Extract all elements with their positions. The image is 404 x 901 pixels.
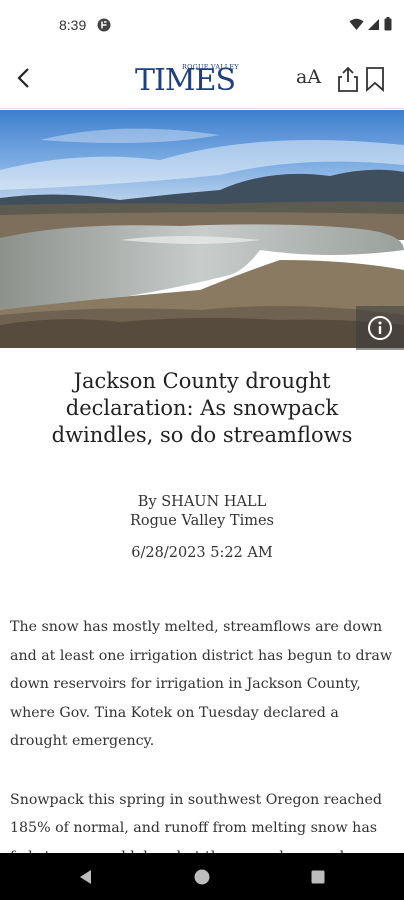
status-indicators: [349, 17, 392, 31]
app-header: ROGUE VALLEY TIMES aA: [0, 50, 404, 109]
nav-recents-button[interactable]: [307, 866, 329, 888]
article-headline: Jackson County drought declaration: As s…: [51, 369, 353, 447]
back-arrow-icon: [17, 68, 29, 88]
bookmark-icon[interactable]: [364, 66, 386, 92]
app-notification-icon: [97, 18, 111, 32]
article-paragraph: The snow has mostly melted, streamflows …: [10, 619, 392, 749]
photo-info-button[interactable]: [356, 306, 404, 350]
hero-image: [0, 110, 404, 348]
nav-back-icon: [80, 870, 91, 884]
text-size-button[interactable]: aA: [296, 66, 321, 88]
nav-back-button[interactable]: [74, 866, 96, 888]
cell-signal-icon: [368, 18, 379, 30]
status-bar: 8:39: [0, 0, 404, 50]
system-navigation-bar: [0, 853, 404, 900]
wifi-icon: [349, 18, 364, 30]
nav-recents-icon: [311, 870, 325, 884]
status-time: 8:39: [59, 17, 87, 33]
back-button[interactable]: [8, 62, 40, 94]
share-icon[interactable]: [336, 65, 360, 93]
nav-home-icon: [194, 869, 210, 885]
logo-title: TIMES: [135, 63, 236, 98]
publish-date: 6/28/2023 5:22 AM: [131, 545, 273, 561]
byline-organization: Rogue Valley Times: [130, 513, 274, 529]
info-icon: [368, 316, 392, 340]
battery-icon: [384, 17, 392, 31]
byline-author: By SHAUN HALL: [137, 494, 267, 510]
publication-logo: ROGUE VALLEY TIMES: [135, 62, 265, 98]
nav-home-button[interactable]: [191, 866, 213, 888]
byline: By SHAUN HALL Rogue Valley Times: [0, 493, 404, 531]
